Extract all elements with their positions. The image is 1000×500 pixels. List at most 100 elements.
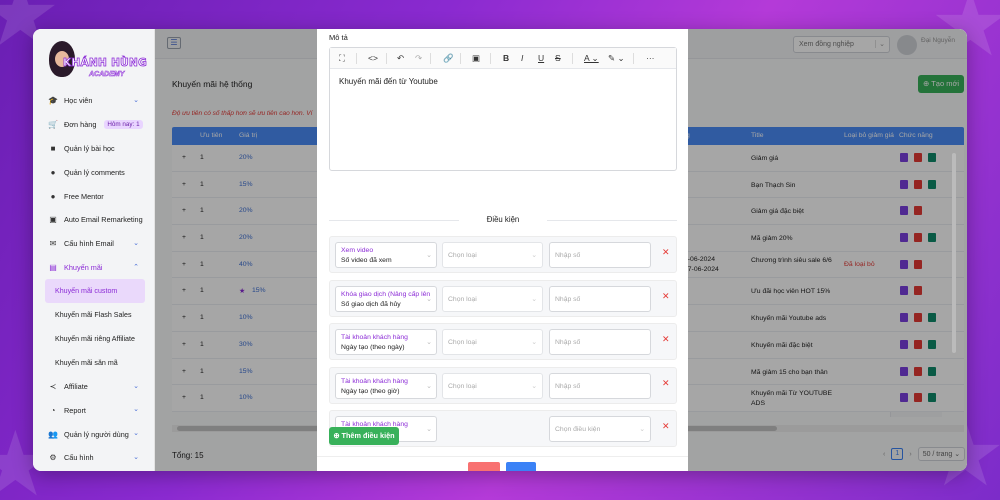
vertical-scrollbar[interactable]: [951, 143, 957, 463]
chevron-down-icon: ⌄: [531, 296, 537, 303]
chevron-up-icon: ⌃: [133, 263, 139, 271]
condition-row: Xem video Số video đã xem ⌄ Chọn loại ⌄ Nh…: [329, 236, 677, 273]
link-icon[interactable]: 🔗: [443, 53, 454, 63]
remove-condition-icon[interactable]: ✕: [662, 247, 670, 258]
sidebar-item-don-hang[interactable]: 🛒 Đơn hàng Hôm nay: 1: [33, 113, 155, 137]
share-icon: ≺: [49, 381, 57, 391]
chevron-down-icon: ⌄: [133, 430, 139, 438]
more-options-icon[interactable]: ···: [646, 53, 655, 63]
number-input[interactable]: Nhập số: [549, 329, 651, 355]
brand-name: KHÁNH HÙNG: [63, 57, 148, 70]
promotion-edit-modal: Mô tả ⛶ <> ↶ ↷ 🔗 ▣ B I U S A ⌄ ✎ ⌄ ··· K…: [317, 29, 688, 471]
sidebar-subitem-custom[interactable]: Khuyến mãi custom: [45, 279, 145, 304]
condition-item: Ngày tạo (theo giờ): [341, 388, 400, 395]
sidebar-item-bai-hoc[interactable]: ■ Quản lý bài học: [33, 137, 155, 161]
sidebar-item-auto-email[interactable]: ▣ Auto Email Remarketing: [33, 208, 155, 232]
type-select[interactable]: Chọn loại ⌄: [442, 329, 543, 355]
sidebar-subitem-san-ma[interactable]: Khuyến mãi săn mã: [33, 351, 155, 375]
remove-condition-icon[interactable]: ✕: [662, 334, 670, 345]
brand-subtitle: ACADEMY: [89, 71, 125, 79]
type-select-placeholder: Chọn loại: [448, 296, 477, 303]
toolbar-divider: [572, 53, 573, 64]
toolbar-divider: [386, 53, 387, 64]
undo-icon[interactable]: ↶: [397, 53, 404, 63]
add-condition-button[interactable]: ⊕ Thêm điều kiện: [329, 427, 399, 445]
email-icon: ▣: [49, 215, 57, 225]
bold-icon[interactable]: B: [503, 53, 509, 63]
sidebar-item-settings[interactable]: ⚙ Cấu hình ⌄: [33, 446, 155, 470]
text-color-icon[interactable]: A ⌄: [584, 53, 599, 63]
description-label: Mô tả: [329, 33, 348, 42]
cancel-button[interactable]: [468, 462, 500, 471]
type-select[interactable]: Chọn loại ⌄: [442, 286, 543, 312]
number-input[interactable]: Nhập số: [549, 242, 651, 268]
envelope-icon: ✉: [49, 239, 57, 249]
toolbar-divider: [633, 53, 634, 64]
type-select-placeholder: Chọn loại: [448, 339, 477, 346]
rich-text-editor[interactable]: ⛶ <> ↶ ↷ 🔗 ▣ B I U S A ⌄ ✎ ⌄ ··· Khuyến …: [329, 47, 677, 171]
toolbar-divider: [356, 53, 357, 64]
sidebar-item-khuyen-mai[interactable]: ▤ Khuyến mãi ⌃: [33, 256, 155, 280]
period-select[interactable]: Chọn điều kiện ⌄: [549, 416, 651, 442]
remove-condition-icon[interactable]: ✕: [662, 378, 670, 389]
chevron-down-icon: ⌄: [426, 252, 432, 259]
sidebar-subitem-flash-sales[interactable]: Khuyến mãi Flash Sales: [33, 303, 155, 327]
sidebar-item-label: Auto Email Remarketing: [64, 215, 143, 225]
condition-field-select[interactable]: Khóa giao dịch (Nâng cấp lên Số giao dịc…: [335, 286, 437, 312]
sidebar-item-comments[interactable]: ● Quản lý comments: [33, 160, 155, 184]
condition-field-select[interactable]: Xem video Số video đã xem ⌄: [335, 242, 437, 268]
fullscreen-icon[interactable]: ⛶: [339, 53, 345, 63]
sidebar-item-users[interactable]: 👥 Quản lý người dùng ⌄: [33, 422, 155, 446]
redo-icon[interactable]: ↷: [415, 53, 422, 63]
source-code-icon[interactable]: <>: [368, 53, 378, 63]
save-button[interactable]: [506, 462, 536, 471]
sidebar-item-label: Quản lý bài học: [64, 143, 115, 153]
editor-content[interactable]: Khuyến mãi đến từ Youtube: [339, 77, 438, 86]
sidebar-item-label: Học viên: [64, 96, 93, 106]
sidebar-item-report[interactable]: ◔ Report ⌄: [33, 398, 155, 422]
brand-logo[interactable]: KHÁNH HÙNG ACADEMY: [41, 39, 147, 83]
highlight-color-icon[interactable]: ✎ ⌄: [608, 53, 625, 63]
scrollbar-thumb[interactable]: [952, 153, 956, 353]
italic-icon[interactable]: I: [521, 53, 523, 63]
strikethrough-icon[interactable]: S: [555, 53, 561, 63]
sidebar-item-affiliate[interactable]: ≺ Affiliate ⌄: [33, 375, 155, 399]
sidebar-item-label: Cấu hình Email: [64, 239, 114, 249]
number-input-placeholder: Nhập số: [555, 252, 581, 259]
number-input-placeholder: Nhập số: [555, 296, 581, 303]
number-input-placeholder: Nhập số: [555, 383, 581, 390]
condition-group: Tài khoản khách hàng: [341, 334, 408, 341]
sidebar-nav: 🎓 Học viên ⌄ 🛒 Đơn hàng Hôm nay: 1 ■ Quản lý …: [33, 89, 155, 470]
sidebar-item-label: Quản lý người dùng: [64, 429, 129, 439]
editor-toolbar: ⛶ <> ↶ ↷ 🔗 ▣ B I U S A ⌄ ✎ ⌄ ···: [330, 48, 676, 69]
sidebar-item-email-config[interactable]: ✉ Cấu hình Email ⌄: [33, 232, 155, 256]
toolbar-divider: [460, 53, 461, 64]
remove-condition-icon[interactable]: ✕: [662, 291, 670, 302]
sidebar-item-free-mentor[interactable]: ● Free Mentor: [33, 184, 155, 208]
comments-icon: ●: [50, 167, 56, 177]
sidebar-item-hoc-vien[interactable]: 🎓 Học viên ⌄: [33, 89, 155, 113]
remove-condition-icon[interactable]: ✕: [662, 421, 670, 432]
underline-icon[interactable]: U: [538, 53, 544, 63]
number-input[interactable]: Nhập số: [549, 373, 651, 399]
cart-icon: 🛒: [48, 120, 58, 130]
image-icon[interactable]: ▣: [472, 53, 480, 63]
condition-row: Tài khoản khách hàng Ngày tạo (theo ngày…: [329, 323, 677, 360]
number-input[interactable]: Nhập số: [549, 286, 651, 312]
chevron-down-icon: ⌄: [639, 426, 645, 433]
conditions-heading: Điều kiện: [329, 215, 677, 224]
sidebar-subitem-affiliate[interactable]: Khuyến mãi riêng Affiliate: [33, 327, 155, 351]
condition-item: Số giao dịch đã hủy: [341, 301, 401, 308]
type-select[interactable]: Chọn loại ⌄: [442, 242, 543, 268]
type-select-placeholder: Chọn loại: [448, 252, 477, 259]
condition-item: Ngày tạo (theo ngày): [341, 344, 405, 351]
condition-group: Tài khoản khách hàng: [341, 378, 408, 385]
condition-field-select[interactable]: Tài khoản khách hàng Ngày tạo (theo giờ)…: [335, 373, 437, 399]
chart-icon: ◔: [50, 405, 56, 415]
sidebar-item-label: Report: [64, 405, 86, 415]
condition-field-select[interactable]: Tài khoản khách hàng Ngày tạo (theo ngày…: [335, 329, 437, 355]
graduation-cap-icon: 🎓: [48, 96, 58, 106]
chevron-down-icon: ⌄: [133, 406, 139, 414]
chevron-down-icon: ⌄: [426, 383, 432, 390]
type-select[interactable]: Chọn loại ⌄: [442, 373, 543, 399]
